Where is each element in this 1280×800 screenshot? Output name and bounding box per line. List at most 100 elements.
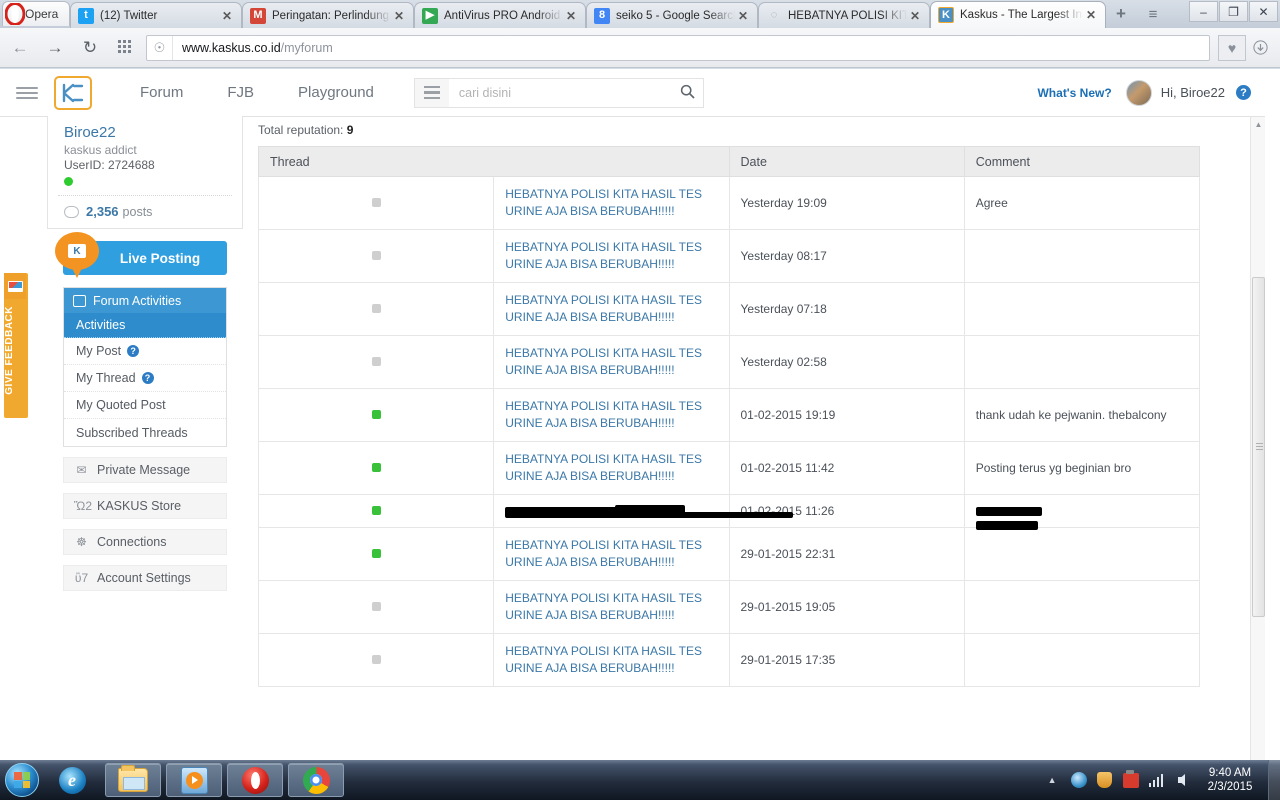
sidebar-connections[interactable]: ☸ Connections (63, 529, 227, 555)
tab-close-icon[interactable]: ✕ (219, 10, 235, 22)
address-bar[interactable]: ☉ www.kaskus.co.id/myforum (146, 34, 1210, 61)
reload-icon[interactable]: ↻ (75, 33, 105, 63)
tab-close-icon[interactable]: ✕ (735, 10, 751, 22)
nav-playground[interactable]: Playground (276, 69, 396, 117)
table-row: 01-02-2015 11:26 (257, 494, 1201, 530)
page-body: Biroe22 kaskus addict UserID: 2724688 2,… (0, 116, 1265, 760)
table-row: HEBATNYA POLISI KITA HASIL TES URINE AJA… (257, 441, 1201, 495)
sidebar-menu-item-2[interactable]: My Thread? (64, 365, 226, 392)
row-status-cell (257, 335, 495, 389)
bookmark-heart-icon[interactable]: ♥ (1218, 34, 1246, 61)
status-dot-icon (371, 304, 381, 313)
sidebar-kaskus-store[interactable]: Ὥ2 KASKUS Store (63, 493, 227, 519)
tray-security-icon[interactable] (1095, 770, 1115, 790)
browser-tab-5[interactable]: K Kaskus - The Largest In ✕ (930, 1, 1106, 28)
tray-antivirus-icon[interactable] (1121, 769, 1141, 790)
page-scrollbar[interactable]: ▲ ▼ (1250, 117, 1265, 760)
tab-close-icon[interactable]: ✕ (907, 10, 923, 22)
browser-tab-2[interactable]: ▶ AntiVirus PRO Android ✕ (414, 2, 586, 28)
back-icon[interactable]: ← (5, 33, 35, 63)
kaskus-logo[interactable] (54, 75, 92, 110)
help-icon[interactable]: ? (127, 345, 140, 357)
tab-title: AntiVirus PRO Android (444, 9, 561, 22)
sidebar-private-message[interactable]: ✉ Private Message (63, 457, 227, 483)
row-thread-cell: HEBATNYA POLISI KITA HASIL TES URINE AJA… (493, 580, 730, 634)
tray-volume-icon[interactable] (1171, 770, 1191, 790)
taskbar-item-file-explorer[interactable] (105, 763, 161, 797)
opera-menu-button[interactable]: Opera (2, 1, 70, 26)
scrollbar-thumb[interactable] (1252, 277, 1265, 617)
scroll-up-arrow-icon[interactable]: ▲ (1251, 117, 1266, 132)
column-thread[interactable]: Thread (258, 146, 730, 177)
show-desktop-button[interactable] (1268, 760, 1280, 800)
clock[interactable]: 9:40 AM 2/3/2015 (1202, 766, 1258, 794)
sidebar-menu-item-0[interactable]: Activities (64, 313, 226, 338)
tray-expand-icon[interactable]: ▲ (1048, 775, 1057, 785)
tab-list-button[interactable]: ≡ (1142, 5, 1164, 25)
tab-close-icon[interactable]: ✕ (1083, 9, 1099, 21)
calendar-icon (73, 294, 86, 307)
sidebar: Biroe22 kaskus addict UserID: 2724688 2,… (47, 116, 243, 591)
sidebar-menu-item-4[interactable]: Subscribed Threads (64, 419, 226, 446)
search-category-icon[interactable] (414, 78, 449, 107)
tab-title: seiko 5 - Google Search (616, 9, 735, 22)
give-feedback-tab[interactable]: GIVE FEEDBACK (4, 273, 28, 418)
search-icon[interactable] (673, 84, 703, 102)
sidebar-user-id: UserID: 2724688 (64, 158, 155, 172)
download-icon[interactable] (1246, 35, 1274, 61)
browser-tab-1[interactable]: M Peringatan: Perlindung ✕ (242, 2, 414, 28)
close-button[interactable]: ✕ (1249, 1, 1278, 22)
taskbar-item-opera[interactable] (227, 763, 283, 797)
thread-link[interactable]: HEBATNYA POLISI KITA HASIL TES URINE AJA… (505, 643, 717, 677)
nav-fjb[interactable]: FJB (205, 69, 276, 117)
taskbar-item-internet-explorer[interactable]: e (44, 763, 100, 797)
nav-forum[interactable]: Forum (118, 69, 205, 117)
sidebar-user-rank: kaskus addict (64, 143, 137, 157)
opera-icon (241, 766, 269, 794)
thread-link[interactable]: HEBATNYA POLISI KITA HASIL TES URINE AJA… (505, 451, 717, 485)
row-comment-cell (963, 282, 1201, 336)
tray-signal-icon[interactable] (1148, 773, 1163, 787)
whats-new-link[interactable]: What's New? (1037, 86, 1111, 100)
apps-grid-icon[interactable] (110, 33, 140, 63)
row-status-cell (257, 527, 495, 581)
help-icon[interactable]: ? (1236, 85, 1251, 100)
new-tab-button[interactable]: + (1110, 5, 1132, 25)
thread-link[interactable]: HEBATNYA POLISI KITA HASIL TES URINE AJA… (505, 292, 717, 326)
thread-link[interactable]: HEBATNYA POLISI KITA HASIL TES URINE AJA… (505, 537, 717, 571)
minimize-button[interactable]: – (1189, 1, 1218, 22)
sidebar-menu-item-3[interactable]: My Quoted Post (64, 392, 226, 419)
taskbar-item-chrome[interactable] (288, 763, 344, 797)
thread-link[interactable]: HEBATNYA POLISI KITA HASIL TES URINE AJA… (505, 345, 717, 379)
avatar[interactable] (1125, 79, 1152, 106)
thread-link[interactable]: HEBATNYA POLISI KITA HASIL TES URINE AJA… (505, 398, 717, 432)
column-comment[interactable]: Comment (963, 146, 1201, 177)
browser-tab-0[interactable]: t (12) Twitter ✕ (70, 2, 242, 28)
help-icon[interactable]: ? (141, 372, 154, 384)
hamburger-icon[interactable] (16, 82, 38, 104)
user-greeting[interactable]: Hi, Biroe22 (1161, 85, 1225, 100)
thread-link[interactable]: HEBATNYA POLISI KITA HASIL TES URINE AJA… (505, 590, 717, 624)
total-reputation: Total reputation: 9 (258, 117, 1210, 146)
forum-activities-header[interactable]: Forum Activities (64, 288, 226, 313)
sidebar-username[interactable]: Biroe22 (48, 116, 242, 141)
start-button[interactable] (5, 763, 39, 797)
envelope-icon: ✉ (76, 463, 87, 477)
forward-icon[interactable]: → (40, 33, 70, 63)
row-thread-cell: HEBATNYA POLISI KITA HASIL TES URINE AJA… (493, 335, 730, 389)
sidebar-account-settings[interactable]: ὒ7 Account Settings (63, 565, 227, 591)
tray-network-icon[interactable] (1069, 770, 1089, 790)
sidebar-menu-item-1[interactable]: My Post? (64, 338, 226, 365)
maximize-button[interactable]: ❐ (1219, 1, 1248, 22)
tab-close-icon[interactable]: ✕ (391, 10, 407, 22)
search-input[interactable] (448, 85, 673, 100)
browser-tab-4[interactable]: ◌ HEBATNYA POLISI KIT ✕ (758, 2, 930, 28)
tab-close-icon[interactable]: ✕ (563, 10, 579, 22)
row-status-cell (257, 176, 495, 230)
taskbar-item-windows-media-player[interactable] (166, 763, 222, 797)
thread-link[interactable]: HEBATNYA POLISI KITA HASIL TES URINE AJA… (505, 239, 717, 273)
column-date[interactable]: Date (728, 146, 965, 177)
thread-link[interactable]: HEBATNYA POLISI KITA HASIL TES URINE AJA… (505, 186, 717, 220)
live-posting-button[interactable]: K Live Posting (55, 232, 227, 278)
browser-tab-3[interactable]: 8 seiko 5 - Google Search ✕ (586, 2, 758, 28)
